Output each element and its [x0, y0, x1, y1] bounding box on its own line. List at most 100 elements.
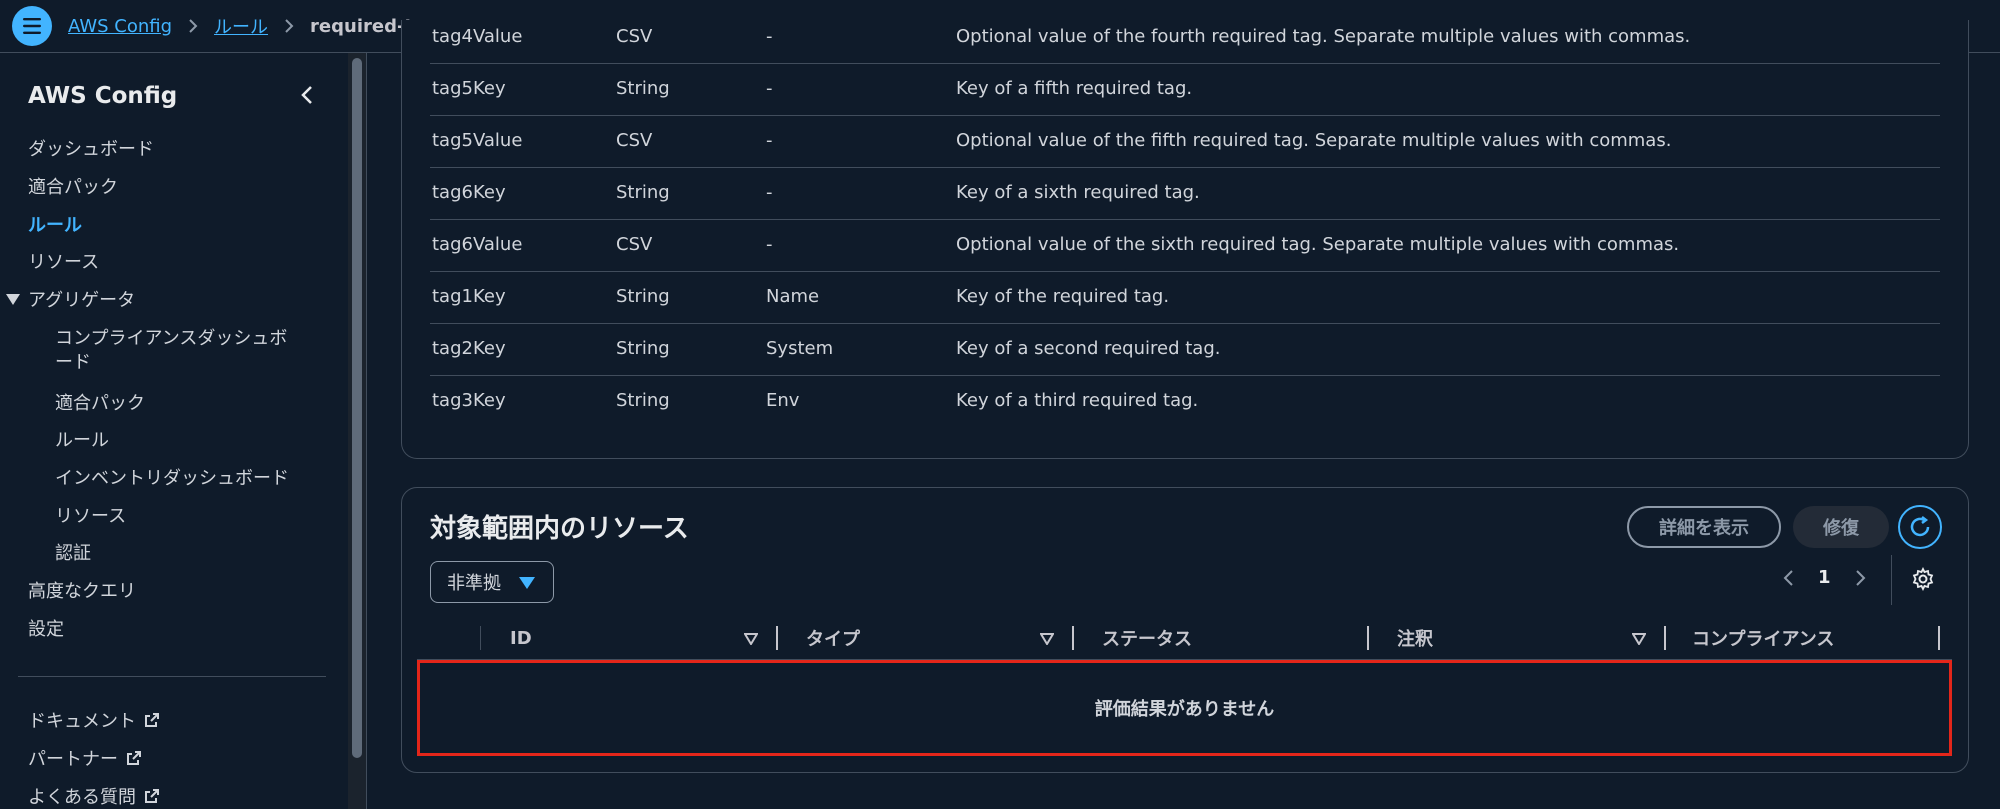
resources-in-scope-panel: 対象範囲内のリソース 詳細を表示 修復 非準拠 1 ID タイプ ステータス 注… [401, 487, 1969, 773]
table-row: tag1Key String Name Key of the required … [430, 272, 1940, 324]
hamburger-icon [23, 18, 41, 34]
breadcrumb-rules[interactable]: ルール [214, 13, 268, 39]
sidebar-item-dashboard[interactable]: ダッシュボード [28, 138, 154, 162]
compliance-filter-select[interactable]: 非準拠 [430, 561, 554, 603]
param-description: Optional value of the fifth required tag… [956, 130, 1672, 151]
chevron-right-icon [188, 18, 198, 34]
sidebar: AWS Config ダッシュボード 適合パック ルール リソース アグリゲータ… [0, 53, 348, 809]
table-row: tag3Key String Env Key of a third requir… [430, 376, 1940, 428]
empty-state-message: 評価結果がありません [1094, 699, 1275, 720]
sort-down-icon[interactable] [1632, 633, 1646, 645]
param-value: - [766, 130, 773, 151]
empty-state-highlight: 評価結果がありません [417, 660, 1952, 756]
column-separator[interactable] [776, 626, 778, 650]
sidebar-scrollbar-thumb[interactable] [352, 58, 362, 758]
pagination: 1 [1782, 567, 1867, 588]
sidebar-divider [18, 676, 326, 677]
column-header-compliance[interactable]: コンプライアンス [1692, 623, 1834, 653]
param-key: tag6Key [432, 182, 506, 203]
sidebar-link-partners-label: パートナー [28, 749, 118, 770]
sidebar-item-resources[interactable]: リソース [28, 251, 99, 275]
column-header-type[interactable]: タイプ [806, 623, 860, 653]
param-key: tag5Value [432, 130, 523, 151]
param-value: - [766, 182, 773, 203]
column-header-annotation[interactable]: 注釈 [1397, 623, 1433, 653]
sidebar-item-authorizations[interactable]: 認証 [55, 542, 91, 566]
sidebar-item-compliance-dashboard-line2: ード [55, 352, 91, 373]
caret-down-icon [519, 577, 535, 589]
sidebar-link-documentation-label: ドキュメント [28, 711, 136, 732]
sidebar-item-rules[interactable]: ルール [28, 214, 82, 238]
param-value: Name [766, 286, 820, 307]
breadcrumb-aws-config[interactable]: AWS Config [68, 16, 172, 37]
sidebar-item-inventory-dashboard[interactable]: インベントリダッシュボード [55, 467, 289, 491]
sidebar-link-faq-label: よくある質問 [28, 787, 136, 808]
param-description: Key of a sixth required tag. [956, 182, 1200, 203]
chevron-right-icon [284, 18, 294, 34]
next-page-icon[interactable] [1853, 569, 1867, 587]
param-value: Env [766, 390, 800, 411]
sidebar-item-conformance-packs[interactable]: 適合パック [28, 176, 118, 200]
table-row: tag5Value CSV - Optional value of the fi… [430, 116, 1940, 168]
compliance-filter-value: 非準拠 [447, 573, 501, 594]
sidebar-item-agg-conformance-packs[interactable]: 適合パック [55, 392, 145, 416]
param-key: tag3Key [432, 390, 506, 411]
sidebar-item-compliance-dashboard[interactable]: コンプライアンスダッシュボ ード [55, 327, 287, 375]
sidebar-border [366, 53, 367, 809]
param-description: Key of a second required tag. [956, 338, 1221, 359]
sort-down-icon[interactable] [1040, 633, 1054, 645]
close-sidebar-icon[interactable] [296, 83, 320, 107]
view-details-button[interactable]: 詳細を表示 [1627, 506, 1781, 548]
sort-down-icon[interactable] [744, 633, 758, 645]
gear-icon[interactable] [1911, 567, 1935, 591]
previous-page-icon[interactable] [1782, 569, 1796, 587]
menu-icon[interactable] [12, 6, 52, 46]
param-key: tag1Key [432, 286, 506, 307]
param-key: tag2Key [432, 338, 506, 359]
rule-parameters-panel: tag4Value CSV - Optional value of the fo… [401, 20, 1969, 459]
sidebar-item-settings[interactable]: 設定 [28, 618, 64, 642]
param-key: tag4Value [432, 26, 523, 47]
table-row: tag4Value CSV - Optional value of the fo… [430, 20, 1940, 64]
param-type: String [616, 182, 670, 203]
column-separator[interactable] [1664, 626, 1666, 650]
sidebar-item-agg-resources[interactable]: リソース [55, 505, 126, 529]
sidebar-item-aggregators-label: アグリゲータ [28, 290, 136, 311]
external-link-icon [145, 789, 159, 803]
sidebar-title: AWS Config [28, 83, 178, 109]
param-value: - [766, 78, 773, 99]
sidebar-link-faq[interactable]: よくある質問 [28, 786, 160, 809]
remediate-button[interactable]: 修復 [1793, 506, 1889, 548]
param-value: - [766, 234, 773, 255]
param-description: Key of a third required tag. [956, 390, 1199, 411]
pagination-divider [1891, 555, 1892, 605]
param-key: tag6Value [432, 234, 523, 255]
sidebar-item-compliance-dashboard-line1: コンプライアンスダッシュボ [55, 328, 288, 349]
table-row: tag2Key String System Key of a second re… [430, 324, 1940, 376]
refresh-icon [1910, 516, 1930, 537]
table-row: tag6Value CSV - Optional value of the si… [430, 220, 1940, 272]
column-header-id[interactable]: ID [510, 623, 532, 653]
sidebar-link-partners[interactable]: パートナー [28, 748, 142, 772]
param-type: CSV [616, 26, 653, 47]
breadcrumb: AWS Config ルール required-tags [68, 12, 449, 40]
resources-title: 対象範囲内のリソース [430, 514, 689, 544]
sidebar-item-aggregators[interactable]: アグリゲータ [6, 289, 135, 313]
refresh-button[interactable] [1898, 505, 1942, 549]
param-type: CSV [616, 234, 653, 255]
column-separator[interactable] [1938, 626, 1940, 650]
param-value: - [766, 26, 773, 47]
current-page[interactable]: 1 [1818, 567, 1831, 588]
external-link-icon [127, 751, 141, 765]
param-type: String [616, 338, 670, 359]
column-header-status[interactable]: ステータス [1102, 623, 1192, 653]
param-type: String [616, 78, 670, 99]
param-value: System [766, 338, 834, 359]
param-type: CSV [616, 130, 653, 151]
sidebar-item-agg-rules[interactable]: ルール [55, 429, 109, 453]
column-separator[interactable] [1072, 626, 1074, 650]
column-separator [480, 626, 481, 650]
column-separator[interactable] [1367, 626, 1369, 650]
sidebar-link-documentation[interactable]: ドキュメント [28, 710, 160, 734]
sidebar-item-advanced-query[interactable]: 高度なクエリ [28, 580, 136, 604]
